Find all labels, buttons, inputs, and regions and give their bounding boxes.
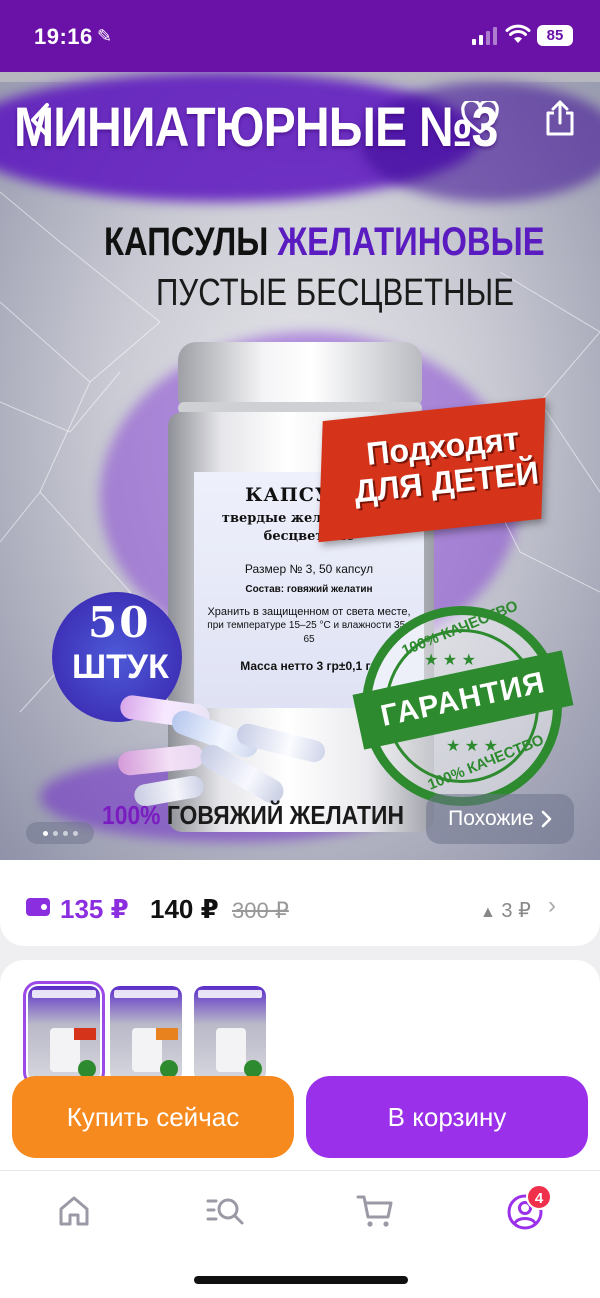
nav-catalog[interactable] — [206, 1193, 246, 1233]
product-image-carousel[interactable]: МИНИАТЮРНЫЕ №3 КАПСУЛЫ ЖЕЛАТИНОВЫЕ ПУСТЫ… — [0, 72, 600, 860]
thumbnail-3[interactable] — [194, 986, 266, 1082]
chevron-right-icon: › — [548, 892, 556, 919]
nav-cart[interactable] — [356, 1193, 396, 1233]
profile-notification-badge: 4 — [526, 1184, 552, 1210]
status-bar: 19:16 ✎ 85 — [0, 0, 600, 72]
location-arrow-icon: ✎ — [97, 26, 113, 46]
favorite-button[interactable] — [458, 96, 502, 140]
cart-icon — [356, 1195, 393, 1227]
carousel-dot — [42, 830, 48, 836]
count-number: 50 — [88, 598, 151, 647]
cellular-signal-icon — [472, 27, 498, 45]
price-change: ▲ 3 ₽ — [480, 900, 531, 922]
wallet-price: 135 ₽ — [60, 894, 129, 924]
nav-home[interactable] — [56, 1193, 96, 1233]
home-icon — [59, 1196, 89, 1226]
hero-subtitle: ПУСТЫЕ БЕСЦВЕТНЫЕ — [156, 272, 514, 314]
status-time: 19:16 — [34, 24, 93, 49]
count-unit: ШТУК — [72, 648, 169, 686]
battery-indicator: 85 — [537, 25, 573, 46]
current-price: 140 ₽ — [150, 894, 219, 924]
wifi-icon — [505, 24, 531, 43]
back-button[interactable] — [18, 98, 62, 142]
home-indicator — [194, 1276, 408, 1284]
carousel-dot — [52, 830, 58, 836]
heart-icon — [461, 101, 499, 134]
thumbnail-2[interactable] — [110, 986, 182, 1082]
carousel-dot — [72, 830, 78, 836]
add-to-cart-button[interactable]: В корзину — [306, 1076, 588, 1158]
similar-button[interactable]: Похожие — [426, 794, 574, 844]
share-button[interactable] — [538, 96, 582, 140]
hero-bottom-caption: 100% ГОВЯЖИЙ ЖЕЛАТИН — [102, 800, 405, 830]
star-icon: ★ ★ ★ — [446, 738, 498, 755]
hero-title: КАПСУЛЫ ЖЕЛАТИНОВЫЕ — [104, 220, 545, 264]
share-icon — [546, 100, 574, 136]
old-price: 300 ₽ — [232, 898, 289, 923]
catalog-search-icon — [206, 1198, 244, 1225]
price-row[interactable]: 135 ₽ 140 ₽ 300 ₽ ▲ 3 ₽ › — [0, 860, 600, 946]
buy-now-button[interactable]: Купить сейчас — [12, 1076, 294, 1158]
chevron-right-icon — [541, 810, 552, 828]
chevron-left-icon — [31, 103, 49, 137]
carousel-dots — [26, 822, 94, 844]
wallet-icon — [26, 898, 50, 916]
hero-banner-title: МИНИАТЮРНЫЕ №3 — [14, 95, 498, 158]
thumbnail-1[interactable] — [23, 981, 105, 1087]
star-icon: ★ ★ ★ — [424, 652, 476, 669]
carousel-dot — [62, 830, 68, 836]
triangle-up-icon: ▲ — [480, 904, 496, 921]
